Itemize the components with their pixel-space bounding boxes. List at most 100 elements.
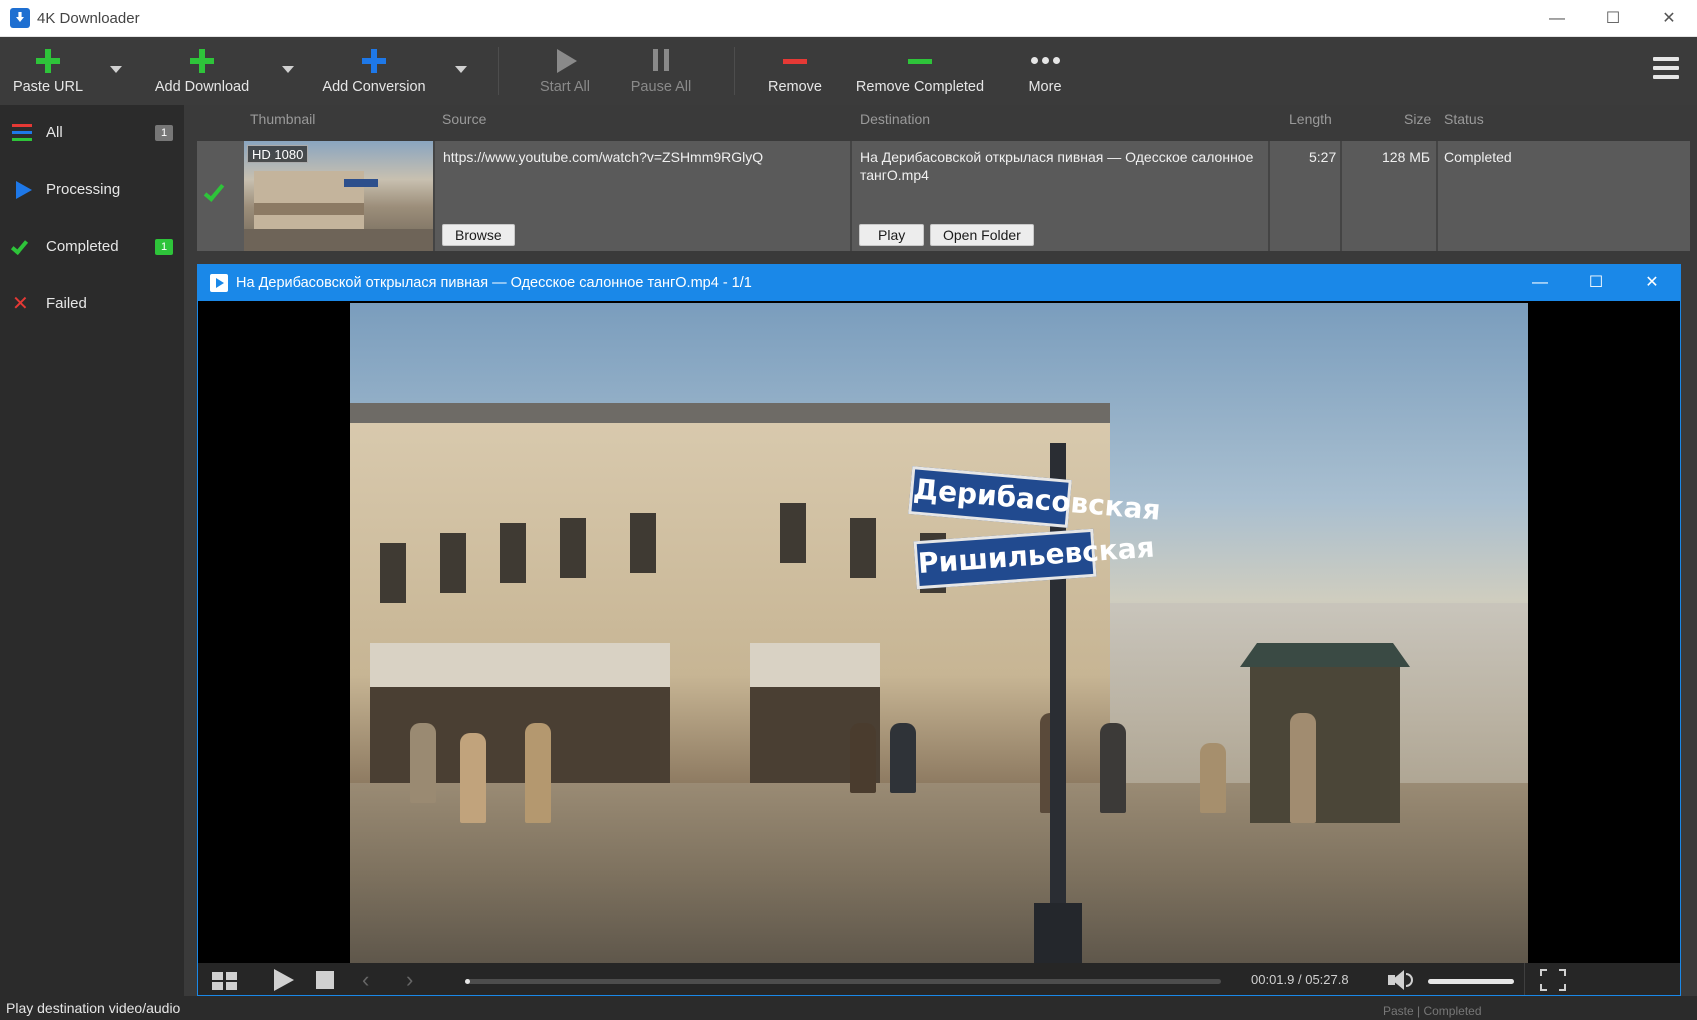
size-value: 128 МБ — [1382, 149, 1431, 165]
sidebar-item-label: Completed — [46, 238, 119, 255]
video-window — [560, 518, 586, 578]
toolbar-divider — [734, 47, 735, 95]
video-window — [380, 543, 406, 603]
length-value: 5:27 — [1309, 149, 1337, 165]
video-kiosk — [1250, 663, 1400, 823]
sidebar: All 1 Processing Completed 1 ✕ Failed — [0, 105, 184, 996]
video-person — [1100, 723, 1126, 813]
volume-icon[interactable] — [1388, 967, 1416, 993]
sidebar-item-completed[interactable]: Completed 1 — [0, 219, 184, 276]
more-button[interactable]: More — [1010, 37, 1080, 105]
stop-icon[interactable] — [316, 967, 336, 993]
destination-filename: На Дерибасовской открылася пивная — Одес… — [860, 149, 1254, 183]
column-header-thumbnail[interactable]: Thumbnail — [250, 105, 315, 137]
time-display: 00:01.9 / 05:27.8 — [1251, 972, 1349, 987]
remove-label: Remove — [768, 79, 822, 95]
add-conversion-dropdown-icon[interactable] — [455, 66, 467, 73]
video-awning — [750, 643, 880, 687]
quality-badge: HD 1080 — [247, 145, 309, 163]
column-divider — [1340, 141, 1342, 251]
video-player-window: На Дерибасовской открылася пивная — Одес… — [197, 264, 1681, 996]
video-person — [460, 733, 486, 823]
source-url: https://www.youtube.com/watch?v=ZSHmm9RG… — [443, 149, 764, 165]
plus-icon — [360, 47, 388, 75]
previous-icon[interactable]: ‹ — [362, 967, 378, 993]
add-download-dropdown-icon[interactable] — [282, 66, 294, 73]
video-frame[interactable]: Дерибасовская Ришильевская — [350, 303, 1528, 963]
column-header-destination[interactable]: Destination — [860, 105, 930, 137]
toolbar-divider — [498, 47, 499, 95]
video-person — [890, 723, 916, 793]
column-header-source[interactable]: Source — [442, 105, 486, 137]
x-icon: ✕ — [12, 293, 29, 315]
status-bar: Play destination video/audio Paste | Com… — [0, 996, 1697, 1020]
player-maximize-button[interactable]: ☐ — [1571, 265, 1621, 301]
status-value: Completed — [1444, 149, 1512, 165]
count-badge: 1 — [155, 125, 173, 141]
play-icon — [12, 179, 34, 201]
sidebar-item-all[interactable]: All 1 — [0, 105, 184, 162]
sidebar-item-failed[interactable]: ✕ Failed — [0, 276, 184, 333]
remove-button[interactable]: Remove — [760, 37, 830, 105]
more-dots-icon — [1031, 47, 1060, 75]
video-person — [1200, 743, 1226, 813]
video-awning — [370, 643, 670, 687]
player-close-button[interactable]: ✕ — [1627, 265, 1677, 301]
add-download-button[interactable]: Add Download — [148, 37, 256, 105]
browse-button[interactable]: Browse — [442, 224, 515, 246]
check-icon — [203, 180, 225, 202]
add-conversion-button[interactable]: Add Conversion — [318, 37, 430, 105]
player-titlebar: На Дерибасовской открылася пивная — Одес… — [198, 265, 1680, 301]
toolbar: Paste URL Add Download Add Conversion St… — [0, 37, 1697, 105]
seek-bar[interactable] — [465, 979, 1221, 984]
player-controls: ‹ › 00:01.9 / 05:27.8 — [198, 963, 1680, 995]
add-download-label: Add Download — [154, 79, 250, 95]
sidebar-item-label: Failed — [46, 295, 87, 312]
app-title: 4K Downloader — [37, 10, 140, 27]
player-app-icon — [210, 274, 228, 292]
count-badge: 1 — [155, 239, 173, 255]
open-folder-button[interactable]: Open Folder — [930, 224, 1034, 246]
column-divider — [1268, 141, 1270, 251]
play-button[interactable]: Play — [859, 224, 925, 246]
video-person — [525, 723, 551, 823]
controls-divider — [1524, 963, 1525, 995]
video-window — [440, 533, 466, 593]
check-icon — [10, 236, 34, 258]
maximize-button[interactable]: ☐ — [1585, 0, 1641, 37]
plus-icon — [188, 47, 216, 75]
pause-all-button[interactable]: Pause All — [626, 37, 696, 105]
more-label: More — [1028, 79, 1062, 95]
playlist-grid-icon[interactable] — [212, 967, 238, 993]
column-header-status[interactable]: Status — [1444, 105, 1484, 137]
volume-slider[interactable] — [1428, 979, 1514, 984]
column-divider — [1436, 141, 1438, 251]
paste-url-button[interactable]: Paste URL — [8, 37, 88, 105]
column-header-length[interactable]: Length — [1289, 105, 1332, 137]
remove-completed-label: Remove Completed — [855, 79, 985, 95]
sidebar-item-processing[interactable]: Processing — [0, 162, 184, 219]
fullscreen-icon[interactable] — [1540, 967, 1566, 993]
paste-url-dropdown-icon[interactable] — [110, 66, 122, 73]
play-icon — [551, 47, 579, 75]
start-all-button[interactable]: Start All — [530, 37, 600, 105]
menu-icon[interactable] — [1653, 57, 1679, 83]
next-icon[interactable]: › — [406, 967, 422, 993]
video-thumbnail[interactable]: HD 1080 — [244, 141, 433, 251]
video-person — [850, 723, 876, 793]
player-minimize-button[interactable]: — — [1515, 265, 1565, 301]
remove-completed-button[interactable]: Remove Completed — [852, 37, 988, 105]
minimize-button[interactable]: — — [1529, 0, 1585, 37]
play-icon[interactable] — [272, 967, 294, 993]
column-divider — [433, 141, 435, 251]
app-logo-icon — [10, 8, 30, 28]
minus-icon — [781, 47, 809, 75]
table-row[interactable]: HD 1080 https://www.youtube.com/watch?v=… — [197, 141, 1690, 251]
sidebar-item-label: Processing — [46, 181, 121, 198]
add-conversion-label: Add Conversion — [322, 79, 426, 95]
close-button[interactable]: ✕ — [1641, 0, 1697, 37]
video-person — [1290, 713, 1316, 823]
column-divider — [850, 141, 852, 251]
column-header-size[interactable]: Size — [1404, 105, 1431, 137]
sidebar-item-label: All — [46, 124, 63, 141]
